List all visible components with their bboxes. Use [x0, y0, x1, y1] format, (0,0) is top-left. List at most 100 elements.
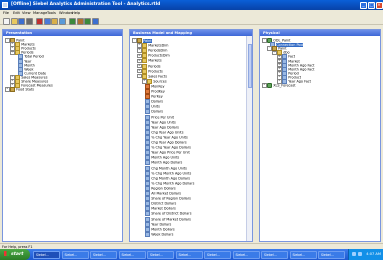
tree-item[interactable]: Share of District Dollars	[142, 211, 191, 217]
tree-item[interactable]: % Chg Year Ago Dollars	[142, 145, 191, 151]
tree-item[interactable]: % Chg Month Ago Dollars	[142, 180, 194, 186]
tree-item-label: Chg Month Ago Units	[151, 166, 187, 170]
start-button[interactable]: start	[0, 249, 30, 260]
expand-icon[interactable]: +	[137, 58, 142, 64]
tree-item[interactable]: Region Dollars	[142, 185, 176, 191]
maximize-button[interactable]: □	[368, 1, 375, 9]
menu-view[interactable]: View	[22, 11, 31, 15]
expand-icon[interactable]: +	[137, 68, 142, 74]
tree-item[interactable]: Dollars	[142, 109, 163, 115]
collapse-icon[interactable]: -	[272, 50, 277, 56]
collapse-icon[interactable]: -	[262, 38, 267, 43]
taskbar-button[interactable]: Siebel...	[61, 250, 89, 259]
tree-item[interactable]: Year Ago Dollars	[142, 124, 179, 130]
menu-help[interactable]: Help	[72, 11, 80, 15]
expand-icon[interactable]: +	[5, 87, 10, 92]
menu-tools[interactable]: Tools	[47, 11, 56, 15]
taskbar-button[interactable]: Siebel...	[232, 250, 260, 259]
taskbar-button[interactable]: Siebel...	[261, 250, 288, 259]
tree-item[interactable]: ProdKey	[142, 89, 165, 94]
tree-item-label: Sales Facts	[148, 74, 167, 79]
tree-item[interactable]: Market Dollars	[142, 206, 176, 212]
expand-icon[interactable]: +	[262, 83, 267, 88]
find-icon[interactable]	[58, 18, 66, 25]
collapse-icon[interactable]: -	[267, 46, 272, 51]
tree-item[interactable]: District Dollars	[142, 201, 176, 207]
tree-item[interactable]: + Markets	[137, 58, 162, 64]
tree-item[interactable]: + PeriodsDim	[137, 48, 167, 54]
tree-item[interactable]: Year Ago Price Per Unit	[142, 150, 190, 156]
menu-file[interactable]: File	[3, 11, 9, 15]
collapse-icon[interactable]: -	[137, 73, 142, 79]
tree-item[interactable]: Share of Market Dollars	[142, 216, 191, 222]
network-icon[interactable]	[352, 252, 356, 256]
tree-item[interactable]: - Sales Facts	[137, 73, 167, 79]
taskbar-button[interactable]: Siebel...	[33, 250, 60, 259]
tree-item[interactable]: Year Ago Units	[142, 119, 176, 125]
check-icon[interactable]	[84, 18, 91, 25]
expand-icon[interactable]: +	[137, 63, 142, 69]
tree-item[interactable]: Chg Month Ago Dollars	[142, 175, 190, 181]
undo-icon[interactable]	[69, 18, 76, 25]
tree-item[interactable]: - Paint	[132, 38, 152, 43]
tree-item[interactable]: Chg Month Ago Units	[142, 165, 187, 171]
taskbar-button[interactable]: Siebel...	[204, 250, 231, 259]
taskbar-button[interactable]: Siebel...	[147, 250, 174, 259]
paste-icon[interactable]	[51, 18, 58, 25]
tree-item[interactable]: MonKey	[142, 83, 164, 89]
tree-item[interactable]: + Periods	[137, 63, 161, 69]
close-button[interactable]: ×	[375, 1, 383, 9]
tree-item[interactable]: + Food Stats	[5, 87, 34, 93]
expand-icon[interactable]: +	[137, 48, 142, 53]
collapse-icon[interactable]: -	[5, 38, 10, 43]
tree-item[interactable]: + Sources	[142, 78, 167, 84]
properties-icon[interactable]	[76, 18, 84, 25]
expand-icon[interactable]: +	[137, 53, 142, 59]
tree-item[interactable]: % Chg Month Ago Units	[142, 170, 191, 176]
help-icon[interactable]	[91, 18, 99, 25]
print-icon[interactable]	[25, 18, 33, 25]
tree-item[interactable]: Price Per Unit	[142, 114, 174, 120]
tree-item[interactable]: All Market Dollars	[142, 191, 181, 196]
cut-icon[interactable]	[36, 18, 43, 25]
copy-icon[interactable]	[43, 18, 51, 25]
tree-item[interactable]: Week Dollars	[142, 231, 173, 237]
collapse-icon[interactable]: -	[132, 38, 137, 43]
tree-item[interactable]: Month Ago Dollars	[142, 160, 182, 166]
tree-item-label: % Chg Year Ago Units	[151, 135, 188, 140]
minimize-button[interactable]: _	[360, 1, 367, 9]
tree-item[interactable]: + ProductsDim	[137, 53, 170, 59]
taskbar-button[interactable]: Siebel...	[289, 250, 317, 259]
open-icon[interactable]	[10, 18, 18, 25]
volume-icon[interactable]	[358, 252, 362, 256]
tree-item[interactable]: + XLS_Forecast	[262, 83, 296, 89]
taskbar-button[interactable]: Siebel...	[90, 250, 117, 259]
tree-item[interactable]: % Chg Year Ago Units	[142, 134, 188, 140]
tree-item[interactable]: + MarketsDim	[137, 43, 168, 49]
tree-item-label: PerKey	[151, 94, 163, 99]
collapse-icon[interactable]: -	[10, 50, 15, 56]
business-model-scrollbar[interactable]	[246, 36, 252, 241]
taskbar-button[interactable]: Siebel...	[318, 250, 345, 259]
tree-item[interactable]: Share of Region Dollars	[142, 196, 191, 202]
tree-item-label: Price Per Unit	[151, 115, 174, 119]
tree-item[interactable]: Month Ago Units	[142, 155, 179, 161]
tree-item[interactable]: Units	[142, 104, 160, 110]
menu-manage[interactable]: Manage	[33, 11, 47, 15]
taskbar-button[interactable]: Siebel...	[118, 250, 146, 259]
expand-icon[interactable]: +	[137, 43, 142, 48]
tree-item[interactable]: Chg Year Ago Dollars	[142, 140, 187, 145]
tree-item[interactable]: + Products	[137, 68, 163, 74]
tree-item[interactable]: Year Dollars	[142, 221, 171, 227]
menu-edit[interactable]: Edit	[13, 11, 20, 15]
scrollbar-thumb[interactable]	[247, 44, 252, 88]
new-icon[interactable]	[3, 18, 10, 25]
tree-item[interactable]: Dollars	[142, 99, 163, 105]
expand-icon[interactable]: +	[142, 79, 147, 84]
tree-item[interactable]: Month Dollars	[142, 226, 175, 232]
taskbar-button[interactable]: Siebel...	[175, 250, 203, 259]
save-icon[interactable]	[18, 18, 25, 25]
tree-item[interactable]: Chg Year Ago Units	[142, 129, 183, 135]
tree-item[interactable]: PerKey	[142, 94, 163, 100]
tree-item-label: Periods	[148, 64, 161, 68]
